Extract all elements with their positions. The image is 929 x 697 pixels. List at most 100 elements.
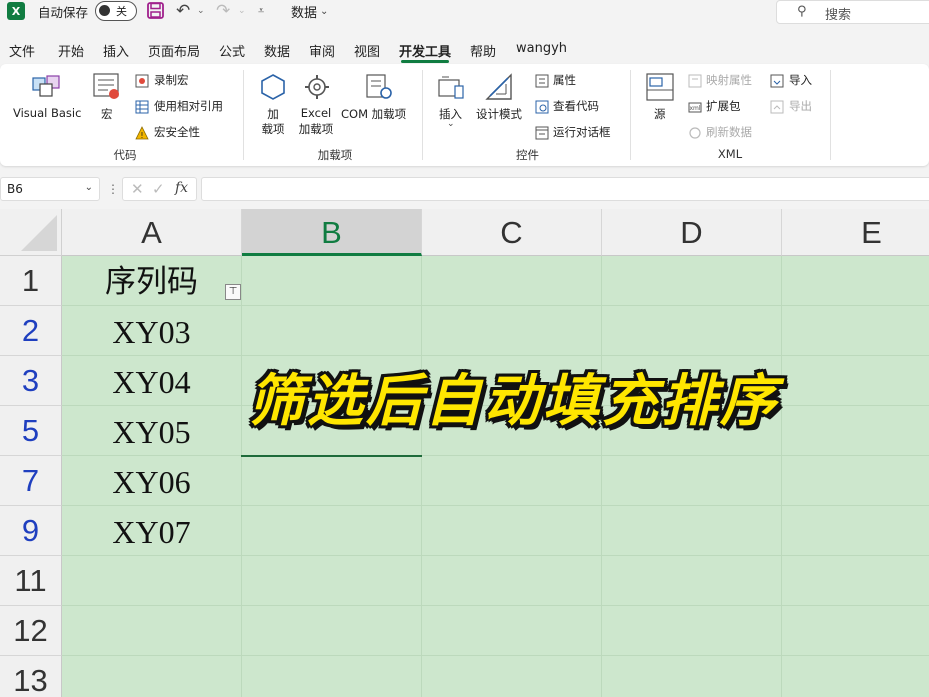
- row-header[interactable]: 2: [0, 306, 62, 356]
- view-code-icon: [535, 99, 549, 114]
- design-mode-button[interactable]: 设计模式: [476, 106, 522, 122]
- group-title-xml: XML: [717, 147, 743, 161]
- view-code-button[interactable]: 查看代码: [553, 98, 599, 114]
- redo-dropdown-icon[interactable]: ⌄: [238, 0, 246, 22]
- overlay-title: 筛选后自动填充排序: [248, 369, 779, 434]
- excel-app-icon: X: [7, 2, 25, 20]
- row-header[interactable]: 7: [0, 456, 62, 506]
- tab-view[interactable]: 视图: [354, 41, 380, 60]
- tab-data[interactable]: 数据: [264, 41, 290, 60]
- properties-button[interactable]: 属性: [553, 72, 576, 88]
- visual-basic-icon[interactable]: [30, 70, 62, 104]
- autosave-label: 自动保存: [38, 4, 89, 20]
- search-placeholder: 搜索: [825, 8, 852, 23]
- tab-page-layout[interactable]: 页面布局: [148, 41, 200, 60]
- design-mode-icon[interactable]: [484, 72, 514, 106]
- com-addins-button[interactable]: COM 加载项: [341, 106, 406, 122]
- formula-input[interactable]: [201, 177, 929, 201]
- row-header[interactable]: 13: [0, 656, 62, 697]
- map-properties-button[interactable]: 映射属性: [706, 72, 752, 88]
- xml-source-button[interactable]: 源: [654, 106, 666, 122]
- addins-button-line1[interactable]: 加: [258, 106, 288, 122]
- row-header[interactable]: 5: [0, 406, 62, 456]
- save-icon[interactable]: [147, 2, 164, 19]
- row-header[interactable]: 12: [0, 606, 62, 656]
- macros-icon[interactable]: [92, 72, 122, 106]
- chevron-down-icon[interactable]: ⌄: [320, 0, 328, 22]
- import-button[interactable]: 导入: [789, 72, 812, 88]
- column-header-b[interactable]: B: [242, 209, 422, 256]
- cells-area[interactable]: 序列码 ⊤ XY03 XY04 XY05 XY06 XY07: [62, 256, 929, 697]
- expansion-packs-button[interactable]: 扩展包: [706, 98, 741, 114]
- xml-source-icon[interactable]: [645, 72, 675, 106]
- addins-button-line2[interactable]: 载项: [258, 121, 288, 137]
- cell-a2[interactable]: XY03: [62, 309, 241, 355]
- group-divider: [630, 70, 631, 160]
- import-icon: [770, 73, 784, 88]
- customize-toolbar-icon[interactable]: ⩡: [258, 0, 264, 22]
- filter-dropdown-icon[interactable]: ⊤: [225, 284, 241, 300]
- row-header[interactable]: 1: [0, 256, 62, 306]
- macro-security-button[interactable]: 宏安全性: [154, 124, 200, 140]
- chevron-down-icon[interactable]: ⌄: [447, 119, 455, 129]
- cancel-icon[interactable]: ✕: [131, 180, 144, 198]
- insert-control-icon[interactable]: [437, 74, 467, 106]
- column-header-c[interactable]: C: [422, 209, 602, 256]
- undo-icon[interactable]: ↶: [176, 0, 190, 22]
- cell-a3[interactable]: XY04: [62, 359, 241, 405]
- undo-dropdown-icon[interactable]: ⌄: [197, 0, 205, 22]
- record-macro-button[interactable]: 录制宏: [154, 72, 189, 88]
- tab-file[interactable]: 文件: [9, 41, 35, 60]
- name-box[interactable]: B6 ⌄: [0, 177, 100, 201]
- autosave-toggle[interactable]: 关: [95, 1, 137, 21]
- row-header[interactable]: 11: [0, 556, 62, 606]
- cell-a7[interactable]: XY06: [62, 459, 241, 505]
- cell-a1[interactable]: 序列码: [62, 259, 241, 305]
- search-icon: ⚲: [797, 4, 807, 19]
- run-dialog-button[interactable]: 运行对话框: [553, 124, 611, 140]
- cell-a5[interactable]: XY05: [62, 409, 241, 455]
- more-options-icon[interactable]: ⋮: [107, 182, 119, 196]
- tab-formulas[interactable]: 公式: [219, 41, 245, 60]
- row-header[interactable]: 3: [0, 356, 62, 406]
- excel-addins-button-line1[interactable]: Excel: [294, 106, 338, 120]
- macros-button[interactable]: 宏: [101, 106, 113, 122]
- toggle-knob: [99, 5, 110, 16]
- visual-basic-button[interactable]: Visual Basic: [13, 106, 81, 120]
- gridline: [62, 305, 929, 306]
- cell-a9[interactable]: XY07: [62, 509, 241, 555]
- tab-developer[interactable]: 开发工具: [399, 41, 451, 60]
- relative-reference-button[interactable]: 使用相对引用: [154, 98, 223, 114]
- tab-insert[interactable]: 插入: [103, 41, 129, 60]
- row-header[interactable]: 9: [0, 506, 62, 556]
- refresh-data-button[interactable]: 刷新数据: [706, 124, 752, 140]
- com-addins-icon[interactable]: [364, 72, 394, 106]
- tab-user[interactable]: wangyh: [516, 41, 567, 56]
- tab-home[interactable]: 开始: [58, 41, 84, 60]
- column-header-e[interactable]: E: [782, 209, 929, 256]
- autosave-state: 关: [116, 5, 127, 18]
- group-divider: [243, 70, 244, 160]
- document-title[interactable]: 数据: [291, 0, 317, 22]
- search-box[interactable]: ⚲ 搜索: [776, 0, 929, 24]
- excel-addins-button-line2[interactable]: 加载项: [294, 121, 338, 137]
- tab-review[interactable]: 审阅: [309, 41, 335, 60]
- gear-icon[interactable]: [302, 72, 332, 106]
- insert-function-icon[interactable]: fx: [175, 180, 188, 196]
- column-header-d[interactable]: D: [602, 209, 782, 256]
- select-all-corner[interactable]: [0, 209, 62, 256]
- column-header-a[interactable]: A: [62, 209, 242, 256]
- map-properties-icon: [688, 73, 702, 88]
- addins-icon[interactable]: [258, 72, 288, 106]
- redo-icon[interactable]: ↷: [216, 0, 230, 22]
- group-title-code: 代码: [113, 148, 137, 162]
- chevron-down-icon[interactable]: ⌄: [85, 182, 93, 193]
- gridline: [62, 655, 929, 656]
- tab-help[interactable]: 帮助: [470, 41, 496, 60]
- group-divider: [422, 70, 423, 160]
- export-button[interactable]: 导出: [789, 98, 812, 114]
- export-icon: [770, 99, 784, 114]
- group-title-controls: 控件: [516, 148, 539, 162]
- checkmark-icon[interactable]: ✓: [152, 180, 165, 198]
- name-box-value: B6: [7, 182, 23, 196]
